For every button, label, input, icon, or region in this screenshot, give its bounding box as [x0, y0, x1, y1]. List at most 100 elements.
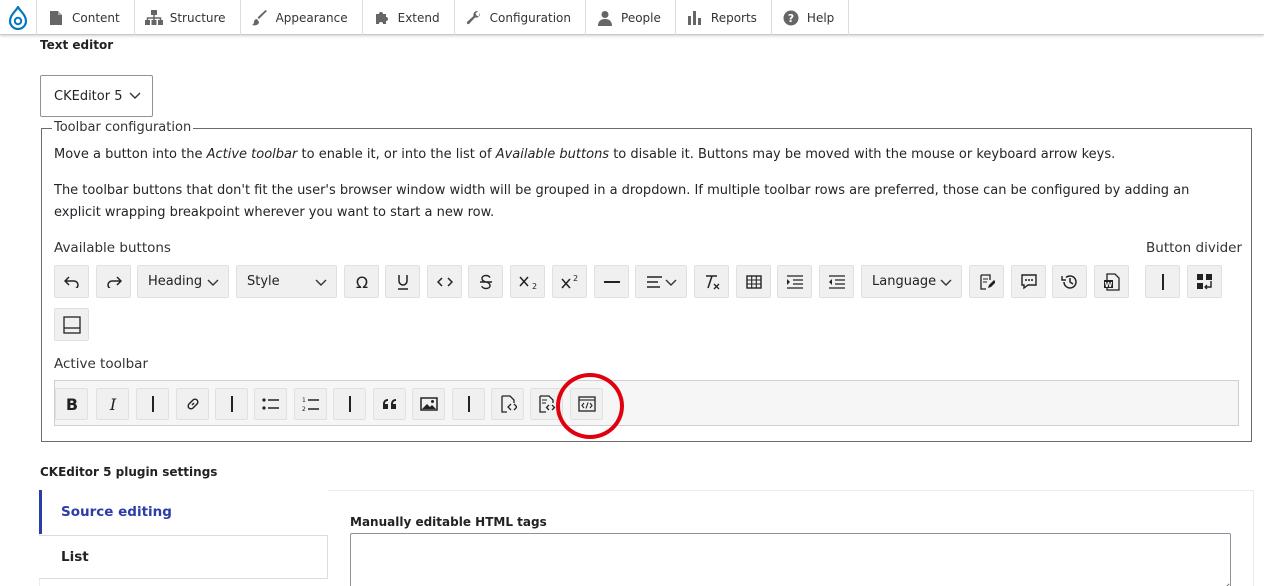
admin-menu-appearance[interactable]: Appearance — [241, 0, 363, 35]
comment-icon — [1020, 273, 1037, 289]
code-button[interactable] — [427, 265, 462, 298]
active-bold-button[interactable]: B — [55, 388, 88, 420]
tab-source-editing-label: Source editing — [61, 504, 172, 520]
outdent-button[interactable] — [819, 265, 854, 298]
active-source-editing-button[interactable] — [491, 388, 524, 420]
subscript-button[interactable]: 2 — [510, 265, 545, 298]
heading-dropdown-button[interactable]: Heading — [137, 265, 229, 298]
comment-button[interactable] — [1011, 265, 1046, 298]
tab-source-editing[interactable]: Source editing — [39, 490, 328, 534]
special-characters-button[interactable]: Ω — [344, 265, 379, 298]
drupal-logo-icon[interactable] — [0, 0, 37, 35]
person-icon — [596, 9, 614, 27]
blockquote-icon — [382, 399, 396, 409]
active-image-button[interactable] — [412, 388, 445, 420]
italic-icon: I — [108, 396, 116, 412]
active-divider-button[interactable] — [215, 388, 248, 420]
language-dropdown-label: Language — [872, 274, 937, 289]
text-editor-select[interactable]: CKEditor 5 — [40, 75, 153, 117]
active-divider-button[interactable] — [136, 388, 169, 420]
source-edit-pen-button[interactable] — [969, 265, 1004, 298]
puzzle-icon — [373, 9, 391, 27]
available-buttons-label: Available buttons — [54, 240, 171, 256]
strikethrough-icon — [479, 274, 492, 289]
text-editor-select-value: CKEditor 5 — [54, 88, 123, 104]
underline-icon — [397, 274, 408, 290]
desc1-part3: to disable it. Buttons may be moved with… — [609, 147, 1116, 162]
divider-icon — [348, 396, 351, 412]
language-dropdown-button[interactable]: Language — [861, 265, 962, 298]
horizontal-line-button[interactable] — [594, 265, 629, 298]
admin-menu-appearance-label: Appearance — [275, 10, 348, 25]
alignment-dropdown-button[interactable] — [635, 265, 687, 298]
chevron-down-icon — [665, 279, 677, 286]
table-button[interactable] — [736, 265, 771, 298]
admin-menu-help-label: Help — [806, 10, 835, 25]
admin-menu-content[interactable]: Content — [37, 0, 135, 35]
remove-format-button[interactable] — [694, 265, 729, 298]
active-bulleted-list-button[interactable] — [254, 388, 287, 420]
subscript-icon: 2 — [518, 276, 537, 290]
history-icon — [1060, 274, 1077, 289]
undo-icon — [63, 275, 79, 288]
divider-button[interactable] — [1145, 265, 1180, 298]
highlight-circle — [556, 373, 624, 439]
admin-menu-structure[interactable]: Structure — [135, 0, 241, 35]
button-divider-label: Button divider — [1146, 240, 1242, 256]
page-break-button[interactable] — [54, 308, 89, 341]
indent-button[interactable] — [777, 265, 812, 298]
chevron-down-icon — [129, 92, 141, 99]
active-link-button[interactable] — [176, 388, 209, 420]
redo-button[interactable] — [96, 265, 131, 298]
admin-menu-configuration[interactable]: Configuration — [455, 0, 587, 35]
svg-text:?: ? — [788, 12, 794, 25]
desc1-em2: Available buttons — [495, 147, 610, 162]
desc1-part2: to enable it, or into the list of — [297, 147, 496, 162]
link-icon — [186, 398, 199, 410]
active-italic-button[interactable]: I — [96, 388, 129, 420]
superscript-button[interactable]: 2 — [552, 265, 587, 298]
style-dropdown-label: Style — [247, 274, 280, 289]
admin-menu-configuration-label: Configuration — [489, 10, 572, 25]
revision-history-button[interactable] — [1052, 265, 1087, 298]
style-dropdown-button[interactable]: Style — [236, 265, 337, 298]
admin-menu-help[interactable]: ? Help — [772, 0, 850, 35]
bulleted-list-icon — [261, 398, 279, 410]
tab-list[interactable]: List — [39, 535, 328, 579]
admin-menu-people[interactable]: People — [586, 0, 676, 35]
import-word-button[interactable]: W — [1094, 265, 1129, 298]
chevron-down-icon — [315, 279, 327, 286]
page-break-icon — [62, 315, 81, 334]
html-embed-icon — [538, 395, 555, 413]
plugin-settings-tabs: Source editing List — [39, 490, 328, 586]
toolbar-description-1: Move a button into the Active toolbar to… — [54, 144, 1214, 166]
admin-toolbar: Content Structure Appearance Extend Conf… — [0, 0, 1264, 35]
bar-chart-icon — [686, 9, 704, 27]
active-divider-button[interactable] — [452, 388, 485, 420]
admin-menu-structure-label: Structure — [169, 10, 226, 25]
svg-text:I: I — [108, 396, 116, 412]
undo-button[interactable] — [54, 265, 89, 298]
html-tags-textarea[interactable] — [350, 533, 1231, 586]
desc1-em1: Active toolbar — [206, 147, 298, 162]
divider-icon — [151, 396, 154, 412]
active-numbered-list-button[interactable]: 12 — [294, 388, 327, 420]
wrapping-breakpoint-button[interactable] — [1187, 265, 1222, 298]
align-left-icon — [647, 275, 662, 288]
admin-menu-extend-label: Extend — [397, 10, 440, 25]
svg-text:2: 2 — [302, 406, 306, 412]
active-blockquote-button[interactable] — [373, 388, 406, 420]
code-icon — [436, 276, 453, 287]
admin-menu-reports[interactable]: Reports — [676, 0, 772, 35]
active-divider-button[interactable] — [333, 388, 366, 420]
outdent-icon — [828, 274, 845, 289]
admin-menu-extend[interactable]: Extend — [363, 0, 455, 35]
strikethrough-button[interactable] — [468, 265, 503, 298]
page-icon — [47, 9, 65, 27]
underline-button[interactable] — [385, 265, 420, 298]
sitemap-icon — [144, 9, 163, 27]
active-toolbar-label: Active toolbar — [54, 356, 149, 372]
svg-text:2: 2 — [532, 282, 537, 290]
numbered-list-icon: 12 — [302, 397, 319, 412]
svg-text:2: 2 — [573, 274, 578, 283]
